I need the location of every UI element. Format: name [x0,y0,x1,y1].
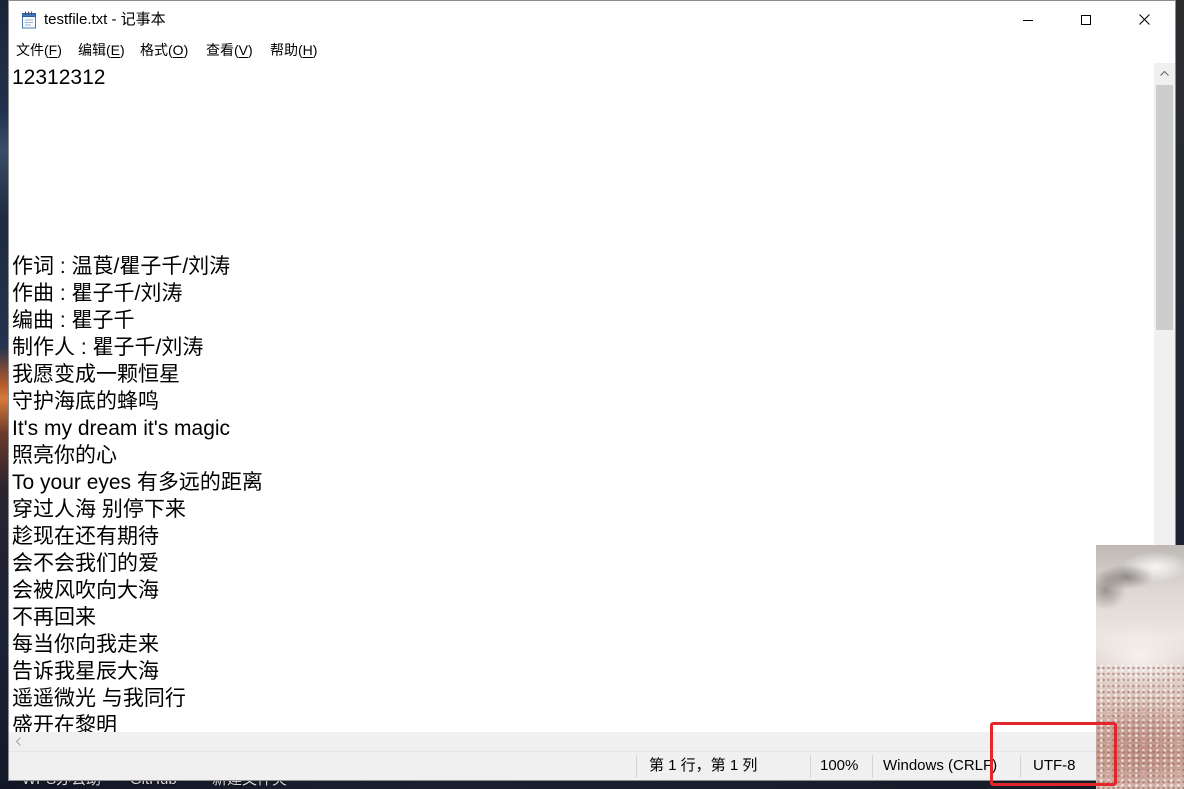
highlight-box [990,722,1117,786]
text-line[interactable]: 我愿变成一颗恒星 [12,361,1154,388]
horizontal-scrollbar[interactable] [9,732,1154,751]
text-line[interactable]: 守护海底的蜂鸣 [12,388,1154,415]
notepad-window: testfile.txt - 记事本 文件(F) 编辑(E) 格式(O) 查看(… [8,0,1176,781]
maximize-button[interactable] [1057,1,1115,38]
close-icon [1138,14,1150,25]
minimize-button[interactable] [999,1,1057,38]
text-line[interactable]: 编曲 : 瞿子千 [12,307,1154,334]
menu-label: 查看( [206,42,239,58]
menu-format[interactable]: 格式(O) [134,38,194,62]
window-title: testfile.txt - 记事本 [44,11,166,28]
menu-bar: 文件(F) 编辑(E) 格式(O) 查看(V) 帮助(H) [9,38,1175,62]
title-bar[interactable]: testfile.txt - 记事本 [9,1,1175,38]
status-divider [810,755,811,778]
menu-label-end: ) [183,42,189,58]
desktop-icon-label[interactable]: WPS办公助 [22,781,101,789]
desktop-icon-labels: WPS办公助 GitHub 新建文件夹 [0,781,1096,789]
chevron-left-icon [16,737,21,746]
text-line[interactable]: 会不会我们的爱 [12,550,1154,577]
desktop-icon-label[interactable]: 新建文件夹 [212,781,287,789]
menu-help[interactable]: 帮助(H) [264,38,323,62]
menu-label-end: ) [120,42,125,58]
menu-mnemonic: V [238,42,249,58]
text-line[interactable]: 照亮你的心 [12,442,1154,469]
menu-label: 编辑( [78,42,111,58]
menu-view[interactable]: 查看(V) [200,38,259,62]
text-line[interactable] [12,118,1154,145]
text-line[interactable]: 作词 : 温莨/瞿子千/刘涛 [12,253,1154,280]
menu-label-end: ) [248,42,253,58]
minimize-icon [1023,19,1033,21]
scroll-left-button[interactable] [9,732,28,751]
text-line[interactable]: To your eyes 有多远的距离 [12,469,1154,496]
text-line[interactable]: 每当你向我走来 [12,631,1154,658]
chevron-up-icon [1160,71,1169,76]
menu-label-end: ) [57,42,62,58]
menu-label: 文件( [16,42,49,58]
text-line[interactable] [12,91,1154,118]
menu-mnemonic: H [302,42,313,58]
status-divider [872,755,873,778]
menu-edit[interactable]: 编辑(E) [72,38,131,62]
status-divider [636,755,637,778]
menu-label: 格式( [140,42,173,58]
notepad-icon[interactable] [20,10,38,29]
status-cursor-position: 第 1 行，第 1 列 [649,757,758,774]
text-line[interactable]: 遥遥微光 与我同行 [12,685,1154,712]
text-editor[interactable]: 12312312 作词 : 温莨/瞿子千/刘涛 作曲 : 瞿子千/刘涛 编曲 :… [9,63,1154,732]
text-line[interactable]: 盛开在黎明 [12,712,1154,732]
menu-mnemonic: F [48,42,58,58]
status-line-ending: Windows (CRLF) [883,757,998,774]
menu-file[interactable]: 文件(F) [10,38,68,62]
text-line[interactable]: It's my dream it's magic [12,415,1154,442]
menu-label-end: ) [312,42,318,58]
text-line[interactable]: 制作人 : 瞿子千/刘涛 [12,334,1154,361]
maximize-icon [1081,14,1091,25]
desktop-wallpaper-right [1176,0,1184,545]
menu-mnemonic: E [110,42,121,58]
status-zoom: 100% [820,757,859,774]
scroll-up-button[interactable] [1154,63,1175,84]
text-line[interactable]: 会被风吹向大海 [12,577,1154,604]
text-line[interactable]: 穿过人海 别停下来 [12,496,1154,523]
text-line[interactable] [12,145,1154,172]
desktop-icon-label[interactable]: GitHub [130,781,177,789]
text-line[interactable] [12,172,1154,199]
close-button[interactable] [1115,1,1173,38]
text-line[interactable]: 告诉我星辰大海 [12,658,1154,685]
desktop-wallpaper-left [0,0,8,789]
menu-label: 帮助( [270,42,303,58]
text-line[interactable]: 12312312 [12,64,1154,91]
text-line[interactable]: 趁现在还有期待 [12,523,1154,550]
vertical-scrollbar-thumb[interactable] [1156,85,1173,330]
menu-mnemonic: O [172,42,184,58]
text-line[interactable]: 作曲 : 瞿子千/刘涛 [12,280,1154,307]
text-line[interactable]: 不再回来 [12,604,1154,631]
text-line[interactable] [12,226,1154,253]
text-line[interactable] [12,199,1154,226]
